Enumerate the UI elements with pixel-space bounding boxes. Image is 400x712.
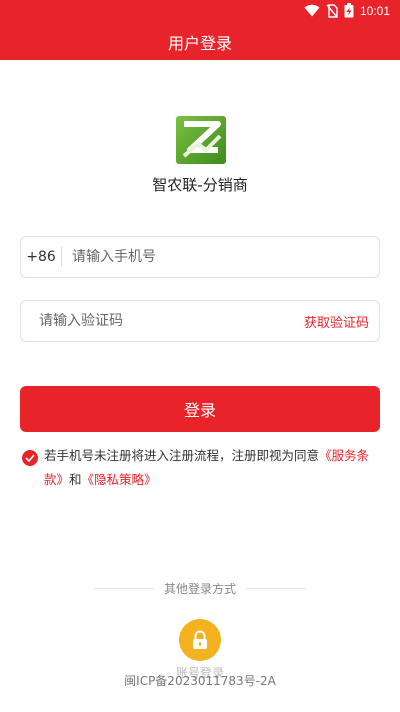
icp-number: 闽ICP备2023011783号-2A <box>124 674 276 688</box>
phone-field: +86 <box>20 236 380 278</box>
status-bar: 10:01 <box>0 0 400 24</box>
code-field: 获取验证码 <box>20 300 380 342</box>
prefix-divider <box>61 247 62 267</box>
get-code-button[interactable]: 获取验证码 <box>304 312 369 331</box>
battery-charging-icon <box>344 3 354 18</box>
status-icons: 10:01 <box>304 3 390 18</box>
app-name: 智农联-分销商 <box>152 176 248 194</box>
account-login-button[interactable] <box>179 619 221 661</box>
verification-code-input[interactable] <box>21 301 304 341</box>
agree-checkbox[interactable] <box>22 450 38 466</box>
country-code[interactable]: +86 <box>21 249 61 265</box>
page-title: 用户登录 <box>167 34 232 53</box>
brand-logo <box>176 116 226 164</box>
agreement-connector: 和 <box>69 472 82 487</box>
login-button[interactable]: 登录 <box>20 386 380 432</box>
agreement: 若手机号未注册将进入注册流程，注册即视为同意《服务条款》和《隐私策略》 <box>22 444 382 492</box>
divider-line <box>94 587 154 589</box>
other-login-label: 其他登录方式 <box>164 581 237 596</box>
agreement-text: 若手机号未注册将进入注册流程，注册即视为同意《服务条款》和《隐私策略》 <box>44 444 382 492</box>
lock-icon <box>193 630 207 649</box>
privacy-policy-link[interactable]: 《隐私策略》 <box>82 472 157 487</box>
app-bar: 用户登录 <box>0 24 400 60</box>
no-sim-icon <box>326 3 338 18</box>
agreement-note: 若手机号未注册将进入注册流程，注册即视为同意 <box>44 448 320 463</box>
status-time: 10:01 <box>359 3 390 18</box>
check-icon <box>25 454 35 462</box>
wifi-icon <box>304 4 320 17</box>
other-login-divider: 其他登录方式 <box>94 578 307 598</box>
phone-input[interactable] <box>72 237 379 277</box>
divider-line <box>246 587 307 589</box>
